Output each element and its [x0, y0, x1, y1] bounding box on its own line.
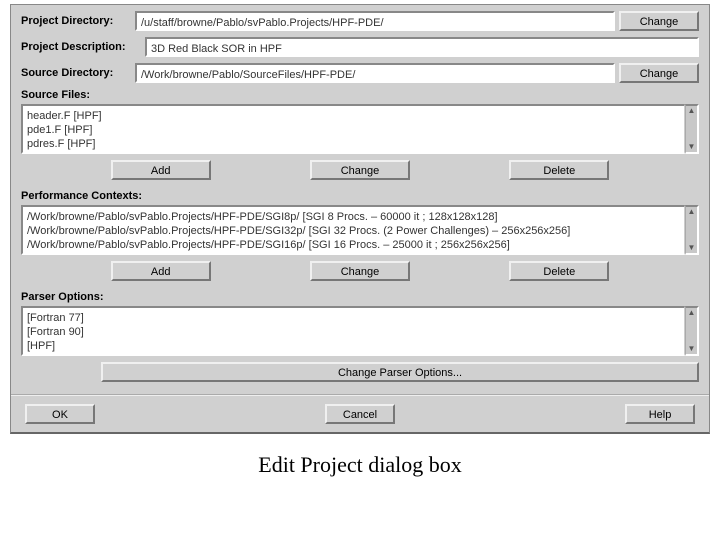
performance-contexts-scrollbar[interactable]: ▲ ▼ [685, 205, 699, 255]
performance-contexts-delete-button[interactable]: Delete [509, 261, 609, 281]
performance-contexts-label: Performance Contexts: [21, 190, 699, 202]
performance-contexts-listbox[interactable]: /Work/browne/Pablo/svPablo.Projects/HPF-… [21, 205, 685, 255]
cancel-button[interactable]: Cancel [325, 404, 395, 424]
performance-contexts-add-button[interactable]: Add [111, 261, 211, 281]
project-directory-row: Project Directory: /u/staff/browne/Pablo… [21, 11, 699, 31]
project-directory-input[interactable]: /u/staff/browne/Pablo/svPablo.Projects/H… [135, 11, 615, 31]
source-files-add-button[interactable]: Add [111, 160, 211, 180]
performance-contexts-change-button[interactable]: Change [310, 261, 410, 281]
list-item[interactable]: [HPF] [27, 339, 680, 353]
dialog-body: Project Directory: /u/staff/browne/Pablo… [11, 5, 709, 394]
project-description-label: Project Description: [21, 41, 141, 53]
source-directory-input[interactable]: /Work/browne/Pablo/SourceFiles/HPF-PDE/ [135, 63, 615, 83]
chevron-up-icon[interactable]: ▲ [688, 207, 696, 217]
project-directory-change-button[interactable]: Change [619, 11, 699, 31]
chevron-down-icon[interactable]: ▼ [688, 344, 696, 354]
source-files-scrollbar[interactable]: ▲ ▼ [685, 104, 699, 154]
source-files-buttons: Add Change Delete [21, 158, 699, 186]
source-directory-row: Source Directory: /Work/browne/Pablo/Sou… [21, 63, 699, 83]
parser-options-container: [Fortran 77] [Fortran 90] [HPF] ▲ ▼ [21, 306, 699, 356]
parser-options-listbox[interactable]: [Fortran 77] [Fortran 90] [HPF] [21, 306, 685, 356]
source-files-listbox[interactable]: header.F [HPF] pde1.F [HPF] pdres.F [HPF… [21, 104, 685, 154]
list-item[interactable]: pdres.F [HPF] [27, 137, 680, 151]
chevron-up-icon[interactable]: ▲ [688, 308, 696, 318]
list-item[interactable]: [Fortran 77] [27, 311, 680, 325]
parser-options-label: Parser Options: [21, 291, 699, 303]
help-button[interactable]: Help [625, 404, 695, 424]
ok-button[interactable]: OK [25, 404, 95, 424]
parser-options-buttons: Change Parser Options... [21, 360, 699, 388]
source-files-container: header.F [HPF] pde1.F [HPF] pdres.F [HPF… [21, 104, 699, 154]
source-directory-change-button[interactable]: Change [619, 63, 699, 83]
list-item[interactable]: pde1.F [HPF] [27, 123, 680, 137]
list-item[interactable]: header.F [HPF] [27, 109, 680, 123]
list-item[interactable]: /Work/browne/Pablo/svPablo.Projects/HPF-… [27, 210, 680, 224]
change-parser-options-button[interactable]: Change Parser Options... [101, 362, 699, 382]
project-directory-label: Project Directory: [21, 15, 131, 27]
source-files-change-button[interactable]: Change [310, 160, 410, 180]
project-description-row: Project Description: 3D Red Black SOR in… [21, 37, 699, 57]
source-directory-label: Source Directory: [21, 67, 131, 79]
parser-options-scrollbar[interactable]: ▲ ▼ [685, 306, 699, 356]
figure-caption: Edit Project dialog box [0, 452, 720, 478]
chevron-up-icon[interactable]: ▲ [688, 106, 696, 116]
list-item[interactable]: /Work/browne/Pablo/svPablo.Projects/HPF-… [27, 224, 680, 238]
dialog-footer: OK Cancel Help [11, 396, 709, 432]
edit-project-dialog: Project Directory: /u/staff/browne/Pablo… [10, 4, 710, 434]
project-description-input[interactable]: 3D Red Black SOR in HPF [145, 37, 699, 57]
chevron-down-icon[interactable]: ▼ [688, 142, 696, 152]
performance-contexts-buttons: Add Change Delete [21, 259, 699, 287]
source-files-delete-button[interactable]: Delete [509, 160, 609, 180]
source-files-label: Source Files: [21, 89, 699, 101]
performance-contexts-container: /Work/browne/Pablo/svPablo.Projects/HPF-… [21, 205, 699, 255]
list-item[interactable]: [Fortran 90] [27, 325, 680, 339]
list-item[interactable]: /Work/browne/Pablo/svPablo.Projects/HPF-… [27, 238, 680, 252]
chevron-down-icon[interactable]: ▼ [688, 243, 696, 253]
